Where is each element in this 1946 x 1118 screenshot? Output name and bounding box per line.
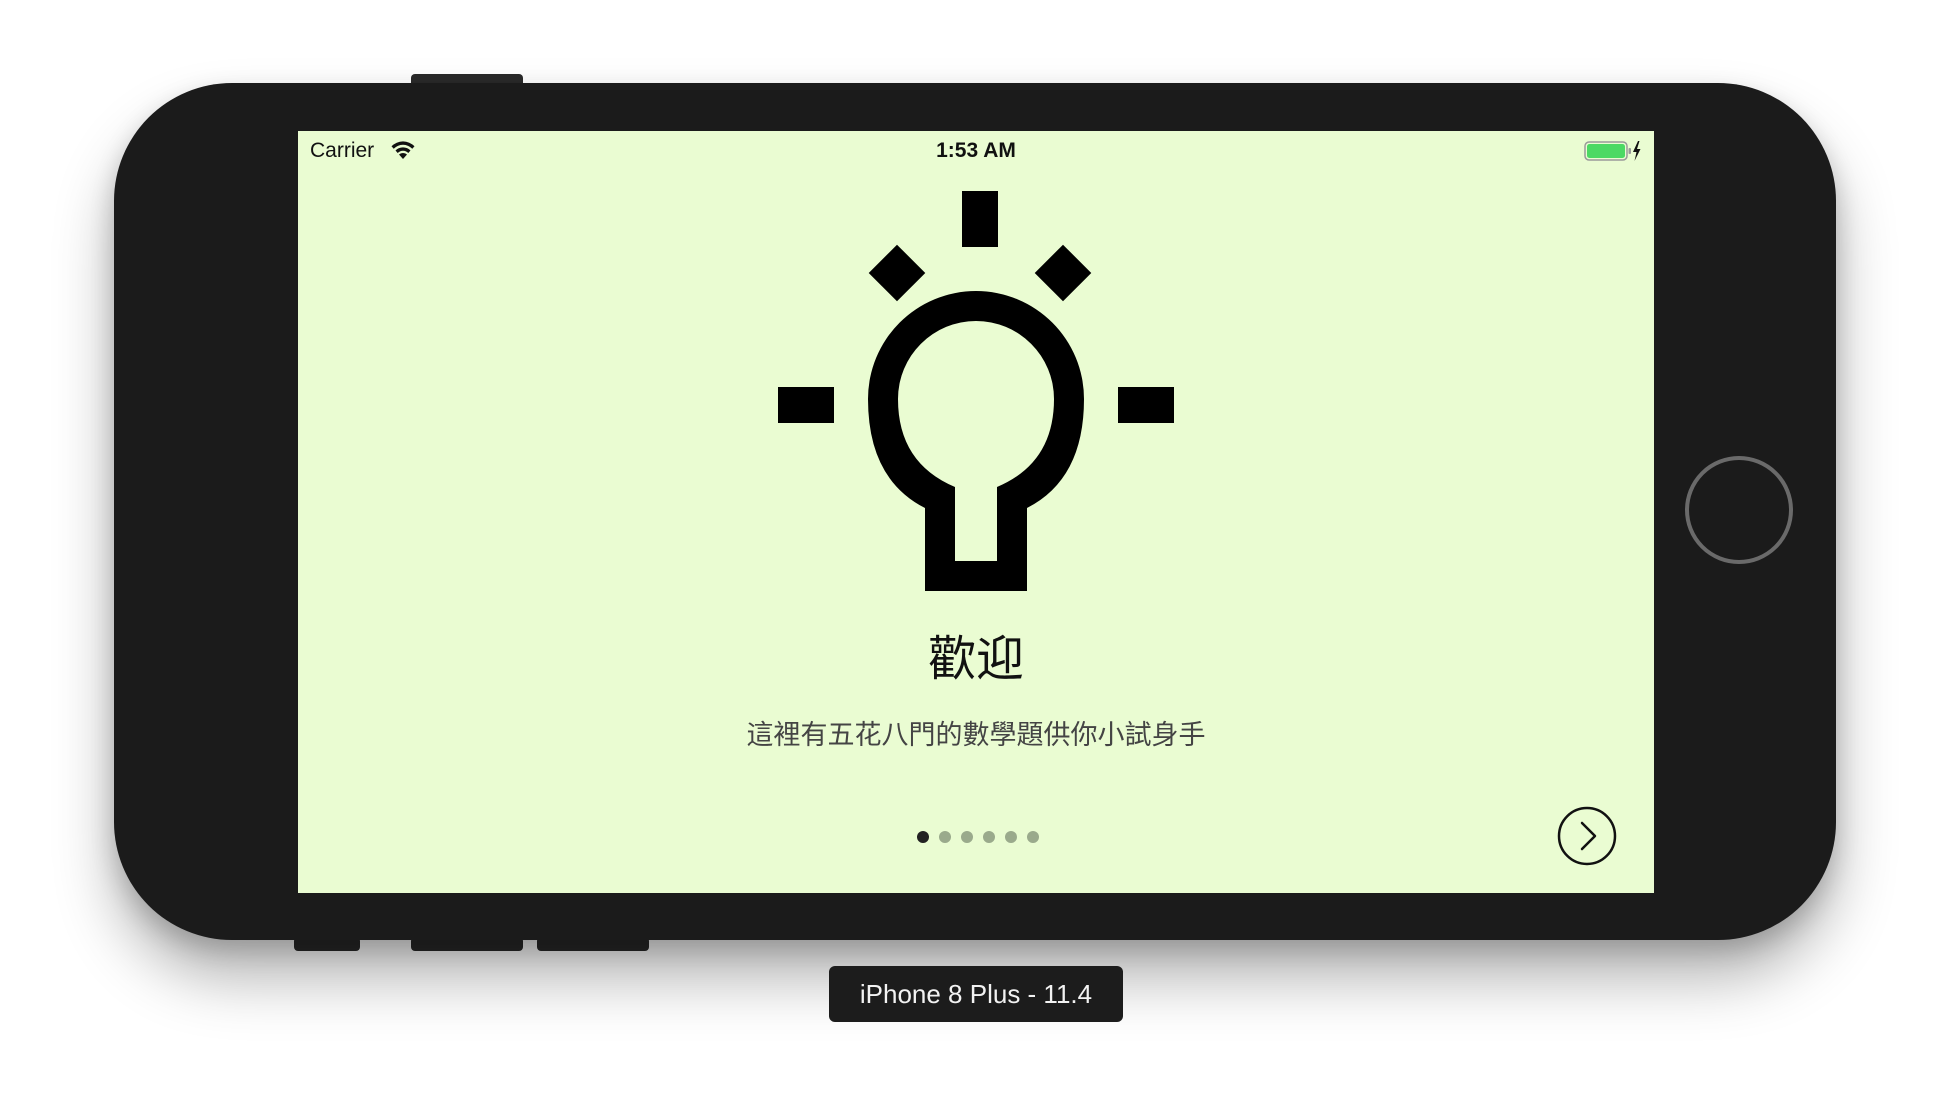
page-control[interactable]: [917, 831, 1039, 843]
page-dot-6[interactable]: [1027, 831, 1039, 843]
next-page-button[interactable]: [1557, 806, 1617, 866]
battery-charging-icon: [1584, 141, 1641, 161]
clock-time: 1:53 AM: [936, 139, 1016, 162]
app-screen: Carrier 1:53 AM 歡迎 這裡有五花八門的數學題供你小試身手: [298, 131, 1654, 893]
welcome-subtitle: 這裡有五花八門的數學題供你小試身手: [746, 720, 1206, 751]
status-bar: Carrier 1:53 AM: [298, 131, 1654, 171]
simulator-device-label: iPhone 8 Plus - 11.4: [829, 966, 1123, 1022]
chevron-right-icon: [1580, 821, 1597, 851]
page-dot-2[interactable]: [939, 831, 951, 843]
page-dot-3[interactable]: [961, 831, 973, 843]
lightbulb-icon: [778, 191, 1174, 591]
welcome-title: 歡迎: [927, 631, 1024, 687]
home-button[interactable]: [1685, 456, 1793, 564]
page-dot-5[interactable]: [1005, 831, 1017, 843]
page-dot-1[interactable]: [917, 831, 929, 843]
page-dot-4[interactable]: [983, 831, 995, 843]
simulator-stage: Carrier 1:53 AM 歡迎 這裡有五花八門的數學題供你小試身手 iPh…: [0, 0, 1946, 1118]
